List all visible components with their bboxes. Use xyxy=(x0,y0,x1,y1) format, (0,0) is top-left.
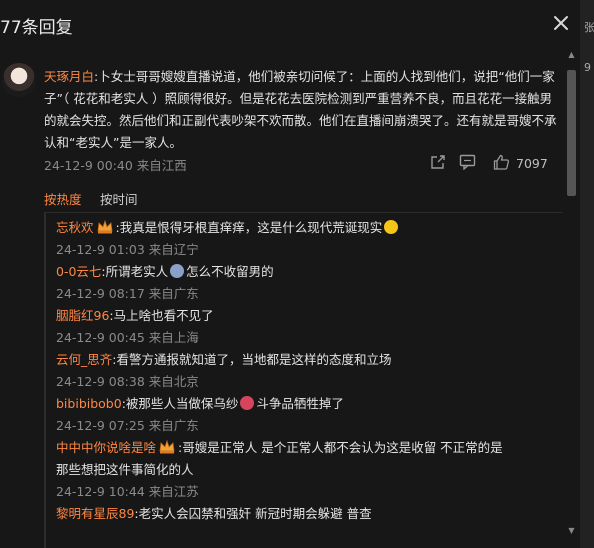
tab-sort-by-hot[interactable]: 按热度 xyxy=(44,189,82,208)
list-item: 胭脂红96:马上啥也看不见了 24-12-9 00:45 来自上海 xyxy=(56,305,556,349)
main-comment: 天琢月白:卜女士哥哥嫂嫂直播说道，他们被亲切问候了：上面的人找到他们，说把“他们… xyxy=(44,69,557,150)
reply-meta: 24-12-9 00:45 来自上海 xyxy=(56,330,199,345)
share-icon[interactable] xyxy=(430,154,446,170)
reply-meta: 24-12-9 01:03 来自辽宁 xyxy=(56,242,199,257)
list-item: 忘秋欢:我真是恨得牙根直痒痒，这是什么现代荒诞现实 24-12-9 01:03 … xyxy=(56,217,556,261)
list-item: 0-0云七:所谓老实人 怎么不收留男的 24-12-9 08:17 来自广东 xyxy=(56,261,556,305)
main-comment-meta: 24-12-9 00:40 来自江西 xyxy=(44,158,187,173)
crown-badge-icon xyxy=(97,220,112,234)
scroll-down-icon[interactable]: ▼ xyxy=(567,526,576,536)
reply-username[interactable]: 云何_思齐 xyxy=(56,352,112,367)
reply-meta: 24-12-9 08:17 来自广东 xyxy=(56,286,199,301)
main-comment-username[interactable]: 天琢月白 xyxy=(44,69,94,84)
red-badge-emoji-icon xyxy=(240,396,255,410)
reply-username[interactable]: bibibibob0 xyxy=(56,396,122,411)
reply-username[interactable]: 中中中你说啥是啥 xyxy=(56,440,156,455)
comment-icon[interactable] xyxy=(459,154,476,170)
tab-sort-by-time[interactable]: 按时间 xyxy=(100,189,138,208)
list-item: 云何_思齐:看警方通报就知道了，当地都是这样的态度和立场 24-12-9 08:… xyxy=(56,349,556,393)
dialog-header: 77条回复 xyxy=(0,0,580,46)
reply-username[interactable]: 黎明有星辰89 xyxy=(56,506,134,521)
scroll-up-icon[interactable]: ▲ xyxy=(567,50,576,60)
reply-username[interactable]: 忘秋欢 xyxy=(56,220,94,235)
replies-dialog: 77条回复 ▲ ▼ 天琢月白:卜女士哥哥嫂嫂直播说道，他们被亲切问候了：上面的人… xyxy=(0,0,580,548)
main-comment-text: 卜女士哥哥嫂嫂直播说道，他们被亲切问候了：上面的人找到他们，说把“他们一家子”（… xyxy=(44,69,557,150)
avatar[interactable] xyxy=(2,63,36,97)
face-emoji-icon xyxy=(170,264,185,278)
list-item: bibibibob0:被那些人当做保乌纱 斗争品牺牲掉了 24-12-9 07:2… xyxy=(56,393,556,437)
background-window-text: 张 9 xyxy=(584,21,594,74)
list-item: 中中中你说啥是啥:哥嫂是正常人 是个正常人都不会认为这是收留 不正常的是 那些想… xyxy=(56,437,556,503)
reply-meta: 24-12-9 10:44 来自江苏 xyxy=(56,484,199,499)
reply-list: 忘秋欢:我真是恨得牙根直痒痒，这是什么现代荒诞现实 24-12-9 01:03 … xyxy=(44,212,562,548)
reply-count-title: 77条回复 xyxy=(0,18,73,38)
reply-username[interactable]: 0-0云七 xyxy=(56,264,101,279)
like-count: 7097 xyxy=(516,156,548,171)
list-item: 黎明有星辰89:老实人会囚禁和强奸 新冠时期会躲避 普查 xyxy=(56,506,372,521)
scrollbar[interactable]: ▲ ▼ xyxy=(565,46,578,540)
reply-username[interactable]: 胭脂红96 xyxy=(56,308,109,323)
reply-meta: 24-12-9 07:25 来自广东 xyxy=(56,418,199,433)
scroll-thumb[interactable] xyxy=(567,70,576,196)
sweat-emoji-icon xyxy=(384,220,399,234)
close-icon[interactable] xyxy=(550,12,572,34)
crown-badge-icon xyxy=(159,440,175,454)
thumbs-up-icon[interactable] xyxy=(493,154,510,170)
reply-meta: 24-12-9 08:38 来自北京 xyxy=(56,374,199,389)
